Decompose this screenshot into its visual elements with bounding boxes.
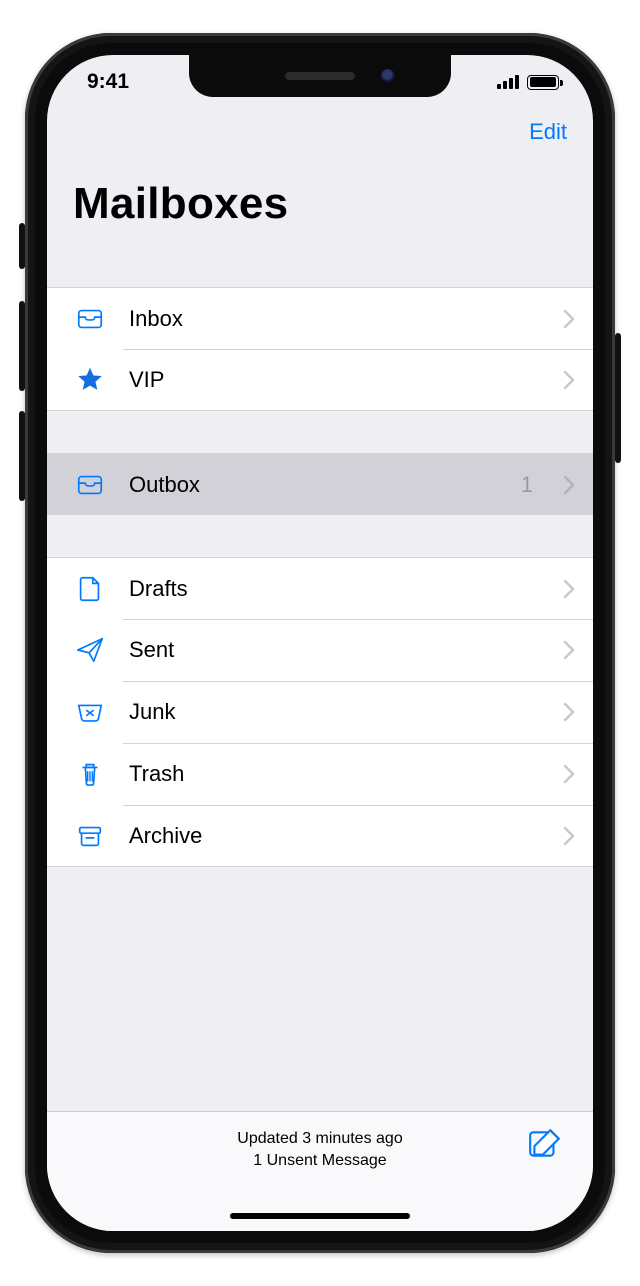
chevron-right-icon bbox=[563, 309, 575, 329]
mailbox-row-sent[interactable]: Sent bbox=[47, 619, 593, 681]
volume-down-btn bbox=[19, 411, 25, 501]
chevron-right-icon bbox=[563, 370, 575, 390]
tray-icon bbox=[73, 304, 107, 334]
page-title: Mailboxes bbox=[47, 159, 593, 245]
screen: 9:41 Edit Mailboxes Inbox VIP Outbox 1 Draft… bbox=[47, 55, 593, 1231]
tray-icon bbox=[73, 470, 107, 500]
front-camera bbox=[381, 69, 395, 83]
home-indicator bbox=[230, 1213, 410, 1219]
mailbox-count: 1 bbox=[521, 472, 533, 498]
device-frame: 9:41 Edit Mailboxes Inbox VIP Outbox 1 Draft… bbox=[25, 33, 615, 1253]
mailbox-group: Outbox 1 bbox=[47, 453, 593, 515]
chevron-right-icon bbox=[563, 475, 575, 495]
mailbox-row-trash[interactable]: Trash bbox=[47, 743, 593, 805]
notch bbox=[189, 55, 451, 97]
mailbox-label: Inbox bbox=[129, 306, 541, 332]
sync-status-line2: 1 Unsent Message bbox=[237, 1150, 402, 1172]
sync-status-line1: Updated 3 minutes ago bbox=[237, 1128, 402, 1150]
mailbox-group: Inbox VIP bbox=[47, 287, 593, 411]
chevron-right-icon bbox=[563, 764, 575, 784]
mailbox-list: Inbox VIP Outbox 1 Drafts Sent Junk Trash Archiv… bbox=[47, 287, 593, 867]
archivebox-icon bbox=[73, 821, 107, 851]
edit-button[interactable]: Edit bbox=[529, 119, 567, 159]
chevron-right-icon bbox=[563, 579, 575, 599]
mailbox-label: Outbox bbox=[129, 472, 499, 498]
star-icon bbox=[73, 365, 107, 395]
chevron-right-icon bbox=[563, 702, 575, 722]
trash-icon bbox=[73, 759, 107, 789]
chevron-right-icon bbox=[563, 826, 575, 846]
mailbox-row-outbox[interactable]: Outbox 1 bbox=[47, 453, 593, 515]
volume-up-btn bbox=[19, 301, 25, 391]
paperplane-icon bbox=[73, 635, 107, 665]
mailbox-group: Drafts Sent Junk Trash Archive bbox=[47, 557, 593, 867]
side-button bbox=[615, 333, 621, 463]
mailbox-label: VIP bbox=[129, 367, 541, 393]
doc-icon bbox=[73, 574, 107, 604]
cellular-signal-icon bbox=[497, 75, 519, 89]
mailbox-label: Junk bbox=[129, 699, 541, 725]
mailbox-row-vip[interactable]: VIP bbox=[47, 349, 593, 411]
mailbox-label: Sent bbox=[129, 637, 541, 663]
mute-switch bbox=[19, 223, 25, 269]
mailbox-row-archive[interactable]: Archive bbox=[47, 805, 593, 867]
sync-status: Updated 3 minutes ago 1 Unsent Message bbox=[237, 1128, 402, 1171]
junk-icon bbox=[73, 697, 107, 727]
chevron-right-icon bbox=[563, 640, 575, 660]
mailbox-row-junk[interactable]: Junk bbox=[47, 681, 593, 743]
earpiece-speaker bbox=[285, 72, 355, 80]
nav-bar: Edit bbox=[47, 109, 593, 159]
compose-button[interactable] bbox=[527, 1126, 563, 1167]
mailbox-label: Trash bbox=[129, 761, 541, 787]
mailbox-label: Archive bbox=[129, 823, 541, 849]
mailbox-row-inbox[interactable]: Inbox bbox=[47, 287, 593, 349]
battery-icon bbox=[527, 75, 559, 90]
status-time: 9:41 bbox=[87, 70, 129, 94]
mailbox-row-drafts[interactable]: Drafts bbox=[47, 557, 593, 619]
compose-icon bbox=[527, 1126, 563, 1162]
mailbox-label: Drafts bbox=[129, 576, 541, 602]
